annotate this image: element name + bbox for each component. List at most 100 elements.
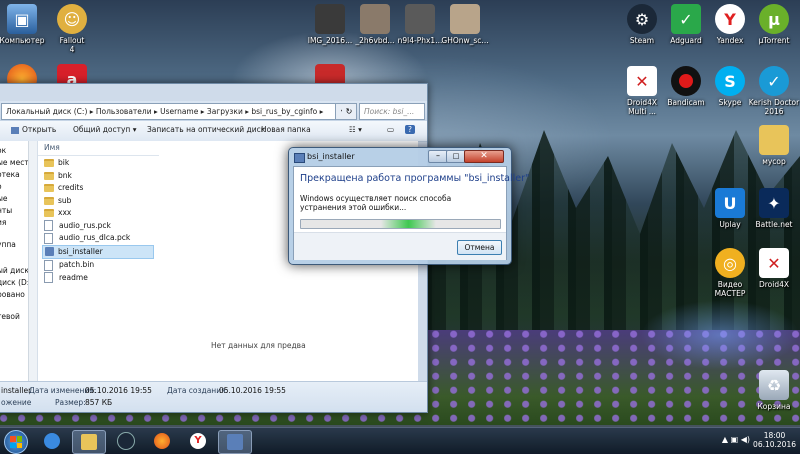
steam-icon: [117, 432, 135, 450]
file-name: patch.bin: [59, 260, 95, 269]
utorrent-icon: µ: [759, 4, 789, 34]
photo-thumbnail-icon: [360, 4, 390, 34]
crash-dialog: bsi_installer – □ ✕ Прекращена работа пр…: [288, 147, 529, 265]
file-row[interactable]: credits: [42, 182, 154, 195]
progress-bar: [300, 219, 501, 229]
file-name: xxx: [58, 208, 72, 217]
photo-thumbnail-icon: [315, 4, 345, 34]
file-row[interactable]: patch.bin: [42, 259, 154, 272]
clock-date: 06.10.2016: [753, 440, 796, 449]
details-size-value: 857 КБ: [85, 398, 113, 407]
file-row[interactable]: xxx: [42, 207, 154, 220]
details-size-label: Размер:: [55, 398, 86, 407]
taskbar-ie[interactable]: [36, 430, 68, 452]
steam-icon: ⚙: [627, 4, 657, 34]
details-file-type: ожение: [1, 398, 32, 407]
desktop-icon-label: Fallout 4: [59, 36, 85, 54]
uplay-icon: U: [715, 188, 745, 218]
file-name: credits: [58, 183, 84, 192]
details-file-name: installer: [1, 386, 32, 395]
taskbar-bsi-installer[interactable]: [218, 430, 252, 454]
cancel-button[interactable]: Отмена: [457, 240, 502, 255]
folder-icon: [81, 434, 97, 450]
new-folder-button[interactable]: Новая папка: [261, 125, 311, 134]
file-row[interactable]: sub: [42, 195, 154, 208]
desktop-icon-droid4x[interactable]: ✕ Droid4X: [744, 248, 800, 289]
file-row[interactable]: bnk: [42, 170, 154, 183]
desktop-icon-label: µTorrent: [758, 36, 790, 45]
file-row[interactable]: audio_rus_dlca.pck: [42, 232, 154, 245]
video-master-icon: ◎: [715, 248, 745, 278]
clock-time: 18:00: [763, 431, 786, 440]
address-row: Локальный диск (C:) ▸ Пользователи ▸ Use…: [0, 101, 427, 121]
folder-icon: [44, 184, 54, 193]
view-options-icon[interactable]: ☷ ▾: [349, 125, 362, 134]
clock[interactable]: 18:00 06.10.2016: [753, 431, 796, 449]
taskbar-yandex[interactable]: Y: [182, 430, 214, 452]
file-icon: [44, 232, 53, 244]
skype-icon: S: [715, 66, 745, 96]
preview-pane-icon[interactable]: ▭: [387, 125, 394, 134]
app-icon: [294, 153, 305, 163]
file-row[interactable]: audio_rus.pck: [42, 220, 154, 233]
folder-icon: [44, 196, 54, 205]
address-bar[interactable]: Локальный диск (C:) ▸ Пользователи ▸ Use…: [1, 103, 337, 120]
file-name: audio_rus_dlca.pck: [59, 233, 131, 242]
file-name: audio_rus.pck: [59, 220, 111, 230]
open-button[interactable]: Открыть: [11, 125, 56, 134]
close-button[interactable]: ✕: [464, 150, 504, 163]
share-button[interactable]: Общий доступ ▾: [73, 125, 136, 134]
folder-icon: [44, 171, 54, 180]
details-pane: installer ожение Дата изменения: 05.10.2…: [0, 381, 427, 412]
desktop-icon-photo-4[interactable]: GHOnw_sc...: [435, 4, 495, 45]
file-icon: [44, 272, 53, 284]
desktop-icon-kerish[interactable]: ✓ Kerish Doctor 2016: [744, 66, 800, 116]
desktop-icon-label: GHOnw_sc...: [441, 36, 489, 45]
desktop-icon-label: Battle.net: [755, 220, 793, 229]
app-icon: [45, 247, 54, 257]
file-name: bik: [58, 158, 70, 167]
internet-explorer-icon: [44, 433, 60, 449]
taskbar: Y ▲ ▣ ◀) 18:00 06.10.2016: [0, 427, 800, 454]
taskbar-steam[interactable]: [110, 430, 142, 452]
droid4x-icon: ✕: [627, 66, 657, 96]
desktop-icon-utorrent[interactable]: µ µTorrent: [744, 4, 800, 45]
system-tray-icons[interactable]: ▲ ▣ ◀): [722, 435, 750, 444]
taskbar-firefox[interactable]: [146, 430, 178, 452]
desktop-icon-fallout[interactable]: ☺ Fallout 4: [42, 4, 102, 54]
dialog-title: bsi_installer: [307, 152, 355, 161]
fallout-icon: ☺: [57, 4, 87, 34]
open-label: Открыть: [22, 125, 57, 134]
preview-pane-empty-text: Нет данных для предва: [211, 341, 306, 350]
desktop-icon-trash-folder[interactable]: мусор: [744, 125, 800, 166]
details-created-value: 05.10.2016 19:55: [219, 386, 286, 395]
file-icon: [44, 220, 53, 232]
maximize-button[interactable]: □: [446, 150, 466, 163]
dialog-footer: Отмена: [294, 232, 506, 260]
details-modified-value: 05.10.2016 19:55: [85, 386, 152, 395]
photo-thumbnail-icon: [405, 4, 435, 34]
search-input[interactable]: Поиск: bsi_...: [359, 103, 425, 120]
file-row[interactable]: bik: [42, 157, 154, 170]
recycle-bin-icon: ♻: [759, 370, 789, 400]
bandicam-icon: [671, 66, 701, 96]
taskbar-explorer[interactable]: [72, 430, 106, 454]
file-row[interactable]: readme: [42, 272, 154, 285]
refresh-button[interactable]: ↻: [342, 103, 357, 120]
desktop-icon-recycle-bin[interactable]: ♻ Корзина: [744, 370, 800, 411]
desktop-icon-battlenet[interactable]: ✦ Battle.net: [744, 188, 800, 229]
start-button[interactable]: [4, 430, 28, 454]
dialog-heading: Прекращена работа программы "bsi_install…: [300, 173, 530, 184]
app-icon: [227, 434, 243, 450]
folder-icon: [44, 159, 54, 168]
file-row[interactable]: bsi_installer: [42, 244, 154, 259]
desktop-icon-label: мусор: [762, 157, 786, 166]
computer-icon: ▣: [7, 4, 37, 34]
navigation-scrollbar[interactable]: [28, 141, 37, 381]
file-name: sub: [58, 195, 72, 205]
folder-icon: [759, 125, 789, 155]
column-header-name[interactable]: Имя: [38, 141, 159, 156]
minimize-button[interactable]: –: [428, 150, 448, 163]
burn-disc-button[interactable]: Записать на оптический диск: [147, 125, 265, 134]
help-icon[interactable]: ?: [405, 125, 415, 134]
